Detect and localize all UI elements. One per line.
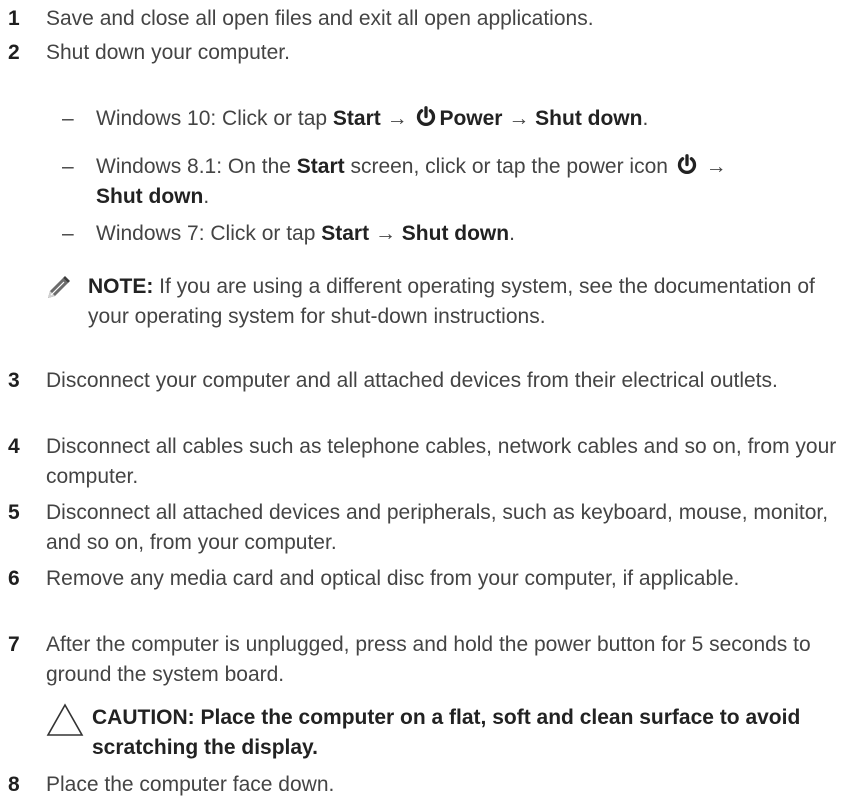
step-text: Shut down your computer. (46, 41, 290, 64)
note-text: NOTE: If you are using a different opera… (88, 272, 836, 332)
arrow: → (699, 155, 727, 178)
caution-box: CAUTION: Place the computer on a flat, s… (46, 703, 836, 767)
punctuation: . (642, 107, 649, 130)
note-box: NOTE: If you are using a different opera… (46, 272, 836, 362)
start-label: Start (296, 155, 345, 178)
step-number: 7 (8, 633, 20, 656)
document-page: 1 Save and close all open files and exit… (0, 0, 843, 804)
shutdown-label: Shut down (535, 107, 643, 130)
arrow: → (502, 107, 536, 130)
warning-triangle-icon (46, 703, 84, 737)
step-number: 2 (8, 41, 20, 64)
start-label: Start (321, 222, 370, 245)
list-dash: – (62, 107, 74, 130)
caution-text: CAUTION: Place the computer on a flat, s… (92, 706, 801, 759)
step-text: After the computer is unplugged, press a… (46, 633, 811, 686)
punctuation: . (509, 222, 515, 245)
step-number: 1 (8, 7, 20, 30)
step-text: Save and close all open files and exit a… (46, 7, 594, 30)
step-number: 6 (8, 567, 20, 590)
step-text: Place the computer face down. (46, 773, 335, 796)
start-label: Start (332, 107, 381, 130)
step-number: 8 (8, 773, 20, 796)
step-number: 3 (8, 369, 20, 392)
substep-text: Windows 7: Click or tap Start → Shut dow… (96, 219, 837, 249)
note-label: NOTE: (88, 275, 154, 298)
pencil-note-icon (46, 274, 72, 300)
list-dash: – (62, 222, 74, 245)
shutdown-label: Shut down (401, 222, 510, 245)
power-label: Power (439, 107, 503, 130)
substep-prefix: Windows 7: Click or tap (96, 222, 322, 245)
step-number: 4 (8, 435, 20, 458)
step-text: Disconnect all attached devices and peri… (46, 501, 829, 554)
power-icon (676, 154, 698, 176)
power-icon (415, 106, 437, 128)
arrow: → (380, 107, 414, 130)
punctuation: . (203, 185, 210, 208)
arrow: → (369, 222, 402, 245)
shutdown-label: Shut down (96, 185, 204, 208)
step-text: Disconnect all cables such as telephone … (46, 435, 837, 488)
step-number: 5 (8, 501, 20, 524)
substep-text: Windows 10: Click or tap Start → Power →… (96, 104, 837, 134)
substep-text: Windows 8.1: On the Start screen, click … (96, 152, 837, 212)
substep-middle: screen, click or tap the power icon (344, 155, 674, 178)
substep-prefix: Windows 8.1: On the (96, 155, 297, 178)
note-body: If you are using a different operating s… (88, 275, 815, 328)
list-dash: – (62, 155, 74, 178)
step-text: Remove any media card and optical disc f… (46, 567, 740, 590)
substep-prefix: Windows 10: Click or tap (96, 107, 333, 130)
step-text: Disconnect your computer and all attache… (46, 369, 778, 392)
